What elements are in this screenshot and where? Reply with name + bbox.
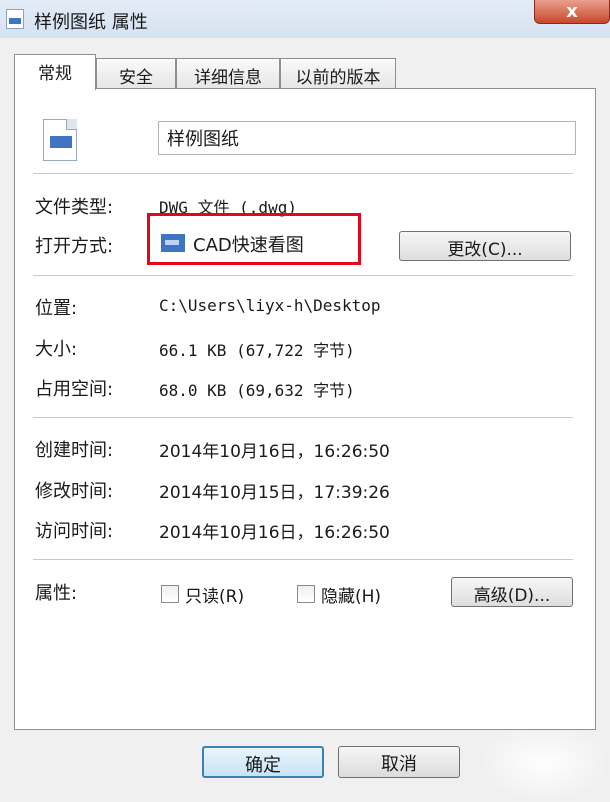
highlight-box — [147, 213, 361, 265]
close-button[interactable]: x — [534, 0, 610, 24]
ok-button[interactable]: 确定 — [202, 746, 324, 778]
size-on-disk-label: 占用空间: — [35, 379, 114, 400]
accessed-value: 2014年10月16日，16:26:50 — [159, 523, 390, 543]
file-name-field[interactable] — [158, 121, 576, 155]
accessed-label: 访问时间: — [35, 521, 114, 542]
change-button[interactable]: 更改(C)... — [399, 231, 571, 261]
created-value: 2014年10月16日，16:26:50 — [159, 442, 390, 462]
tab-general[interactable]: 常规 — [14, 54, 96, 90]
tab-previous-versions[interactable]: 以前的版本 — [280, 58, 396, 88]
hidden-checkbox[interactable] — [297, 585, 315, 603]
divider — [33, 559, 573, 560]
file-type-label: 文件类型: — [35, 197, 114, 218]
tab-security[interactable]: 安全 — [96, 58, 176, 88]
window-title: 样例图纸 属性 — [34, 12, 148, 33]
size-on-disk-value: 68.0 KB (69,632 字节) — [159, 381, 355, 400]
hidden-label[interactable]: 隐藏(H) — [321, 582, 381, 607]
location-value: C:\Users\liyx-h\Desktop — [159, 296, 381, 315]
close-icon: x — [566, 1, 578, 22]
dwg-file-icon — [43, 119, 77, 161]
tab-details[interactable]: 详细信息 — [176, 58, 280, 88]
advanced-button[interactable]: 高级(D)... — [451, 577, 573, 607]
readonly-checkbox[interactable] — [161, 585, 179, 603]
location-label: 位置: — [35, 298, 78, 319]
modified-label: 修改时间: — [35, 481, 114, 502]
document-icon — [6, 9, 24, 29]
general-tab-panel: 文件类型: DWG 文件 (.dwg) 打开方式: CAD快速看图 更改(C).… — [14, 88, 596, 730]
created-label: 创建时间: — [35, 440, 114, 461]
cancel-button[interactable]: 取消 — [338, 746, 460, 778]
divider — [33, 275, 573, 276]
title-bar: 样例图纸 属性 x — [0, 0, 610, 38]
open-with-label: 打开方式: — [35, 236, 114, 257]
divider — [33, 417, 573, 418]
size-label: 大小: — [35, 339, 78, 360]
size-value: 66.1 KB (67,722 字节) — [159, 341, 355, 360]
divider — [33, 173, 573, 174]
image-watermark — [478, 724, 610, 802]
modified-value: 2014年10月15日，17:39:26 — [159, 483, 390, 503]
attributes-label: 属性: — [35, 583, 78, 604]
readonly-label[interactable]: 只读(R) — [185, 582, 244, 607]
